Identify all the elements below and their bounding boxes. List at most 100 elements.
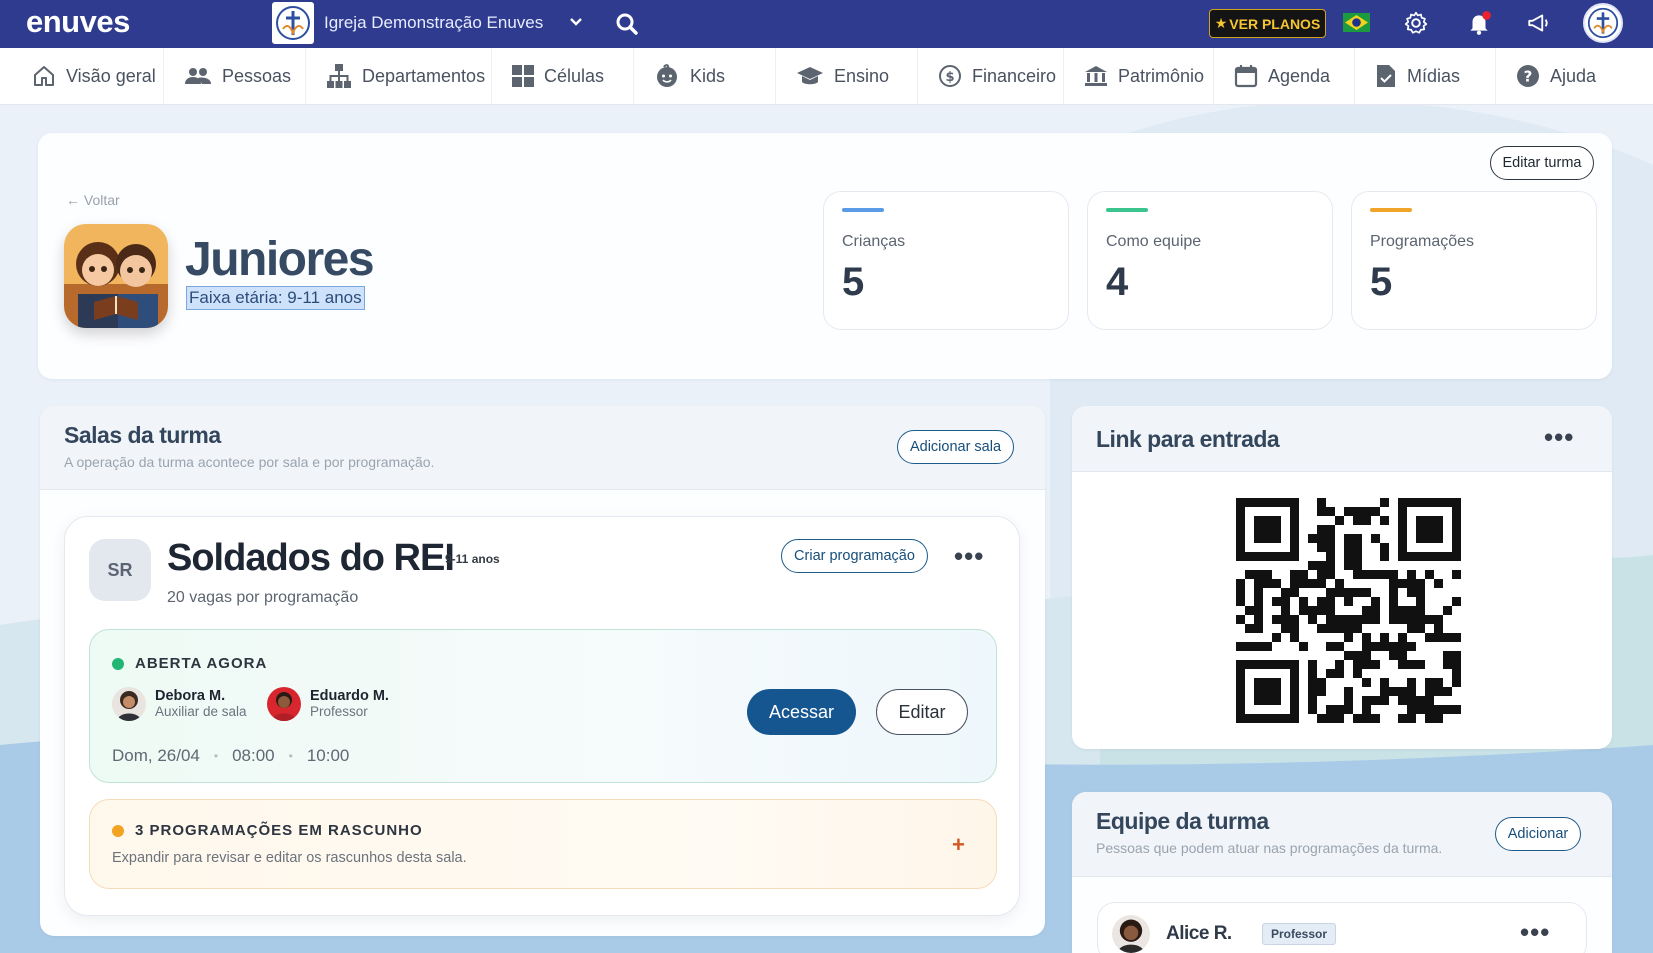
brand-logo[interactable]: enuves (26, 4, 130, 40)
more-icon[interactable]: ••• (1520, 919, 1550, 945)
back-link[interactable]: ← Voltar (66, 192, 120, 208)
stat-value: 4 (1106, 260, 1129, 304)
people-icon (185, 68, 211, 84)
gear-icon[interactable] (1403, 10, 1429, 36)
calendar-icon (1234, 65, 1258, 88)
nav-label: Patrimônio (1118, 65, 1205, 86)
open-session-panel: ABERTA AGORA Debora M. Auxiliar de sala … (89, 629, 997, 783)
member-role-badge: Professor (1262, 923, 1337, 945)
separator: • (288, 749, 293, 763)
stat-label: Programações (1370, 233, 1475, 250)
room-card: SR Soldados do REI 9-11 anos 20 vagas po… (64, 516, 1020, 916)
avatar (112, 687, 146, 721)
stat-accent-bar (842, 208, 884, 212)
edit-session-button[interactable]: Editar (876, 689, 968, 735)
stat-label: Crianças (842, 233, 906, 250)
draft-description: Expandir para revisar e editar os rascun… (112, 850, 467, 866)
expand-plus-icon[interactable]: + (952, 832, 965, 858)
search-icon[interactable] (615, 12, 639, 36)
nav-item-departamentos[interactable]: Departamentos (306, 48, 492, 104)
nav-label: Departamentos (362, 65, 486, 86)
help-icon: ? (1517, 65, 1539, 87)
staff-name: Eduardo M. (310, 688, 389, 704)
nav-label: Visão geral (66, 65, 156, 86)
megaphone-icon[interactable] (1526, 10, 1552, 36)
team-subtitle: Pessoas que podem atuar nas programações… (1096, 840, 1443, 856)
draft-panel[interactable]: 3 PROGRAMAÇÕES EM RASCUNHO Expandir para… (89, 799, 997, 889)
add-team-member-button[interactable]: Adicionar (1495, 817, 1581, 851)
avatar (1112, 915, 1150, 953)
stat-accent-bar (1106, 208, 1148, 212)
org-logo[interactable] (272, 2, 314, 44)
separator: • (213, 749, 219, 763)
nav-label: Pessoas (222, 65, 292, 86)
draft-status-dot (112, 825, 124, 837)
file-icon (1377, 65, 1395, 87)
nav-label: Mídias (1407, 65, 1461, 86)
staff-eduardo: Eduardo M. Professor (267, 687, 389, 721)
kids-icon (657, 64, 677, 87)
room-age: 9-11 anos (445, 552, 500, 566)
rooms-header: Salas da turma A operação da turma acont… (40, 406, 1045, 490)
staff-role: Auxiliar de sala (155, 704, 247, 719)
staff-name: Debora M. (155, 688, 226, 704)
home-icon (34, 66, 54, 86)
graduation-cap-icon (797, 67, 823, 85)
room-capacity: 20 vagas por programação (167, 589, 359, 606)
dollar-icon: $ (939, 65, 961, 87)
room-name: Soldados do REI (167, 537, 455, 579)
church-logo-icon (1587, 7, 1619, 39)
stat-card-programacoes[interactable]: Programações 5 (1351, 191, 1597, 330)
org-selector[interactable]: Igreja Demonstração Enuves (324, 13, 543, 33)
plans-button[interactable]: ★ VER PLANOS (1209, 9, 1326, 38)
bank-icon (1085, 66, 1107, 86)
session-end: 10:00 (306, 746, 350, 765)
session-start: 08:00 (232, 746, 275, 765)
church-logo-icon (276, 6, 310, 40)
nav-item-celulas[interactable]: Células (492, 48, 634, 104)
class-image (64, 224, 168, 328)
nav-label: Agenda (1268, 65, 1331, 86)
nav-item-midias[interactable]: Mídias (1355, 48, 1496, 104)
nav-label: Financeiro (972, 65, 1057, 86)
more-icon[interactable]: ••• (1544, 424, 1574, 450)
chevron-down-icon[interactable] (568, 14, 584, 30)
nav-item-pessoas[interactable]: Pessoas (164, 48, 306, 104)
nav-item-agenda[interactable]: Agenda (1214, 48, 1355, 104)
more-icon[interactable]: ••• (954, 543, 984, 569)
stat-card-equipe[interactable]: Como equipe 4 (1087, 191, 1333, 330)
bell-icon[interactable] (1466, 10, 1492, 36)
svg-text:$: $ (945, 70, 954, 85)
nav-item-kids[interactable]: Kids (634, 48, 776, 104)
age-range: Faixa etária: 9-11 anos (186, 286, 365, 310)
open-status-label: ABERTA AGORA (135, 655, 268, 672)
nav-item-visao-geral[interactable]: Visão geral (0, 48, 164, 104)
nav-label: Ensino (834, 65, 890, 86)
qr-code[interactable] (1236, 498, 1461, 723)
stat-card-criancas[interactable]: Crianças 5 (823, 191, 1069, 330)
user-avatar[interactable] (1583, 3, 1623, 43)
stat-label: Como equipe (1106, 233, 1202, 250)
rooms-subtitle: A operação da turma acontece por sala e … (64, 454, 435, 470)
team-member-row[interactable]: Alice R. Professor ••• (1097, 902, 1587, 953)
draft-status-label: 3 PROGRAMAÇÕES EM RASCUNHO (135, 822, 423, 839)
nav-item-ajuda[interactable]: ? Ajuda (1496, 48, 1653, 104)
nav-item-patrimonio[interactable]: Patrimônio (1064, 48, 1214, 104)
edit-class-button[interactable]: Editar turma (1490, 146, 1594, 180)
team-card: Equipe da turma Pessoas que podem atuar … (1072, 792, 1612, 953)
brazil-flag-icon[interactable] (1343, 13, 1370, 32)
rooms-card: Salas da turma A operação da turma acont… (40, 406, 1045, 936)
avatar (267, 687, 301, 721)
access-button[interactable]: Acessar (747, 689, 856, 735)
member-name: Alice R. (1166, 923, 1232, 944)
staff-debora: Debora M. Auxiliar de sala (112, 687, 247, 721)
stat-value: 5 (842, 260, 865, 304)
staff-role: Professor (310, 704, 368, 719)
create-schedule-button[interactable]: Criar programação (781, 539, 928, 573)
nav-label: Kids (690, 65, 726, 86)
grid-icon (512, 65, 534, 87)
nav-item-financeiro[interactable]: $ Financeiro (918, 48, 1064, 104)
add-room-button[interactable]: Adicionar sala (897, 430, 1014, 464)
svg-text:?: ? (1524, 68, 1533, 86)
nav-item-ensino[interactable]: Ensino (776, 48, 918, 104)
